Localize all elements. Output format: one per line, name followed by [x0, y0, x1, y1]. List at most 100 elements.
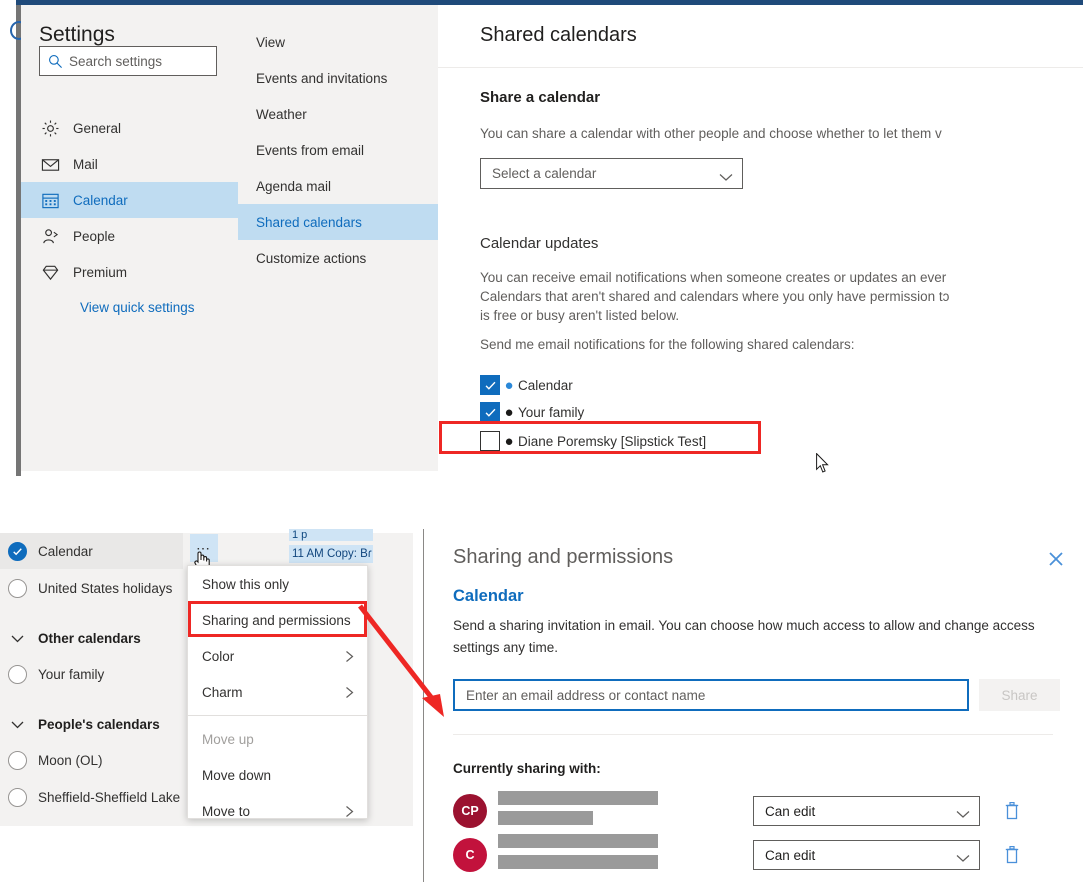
- panel-title: Sharing and permissions: [453, 546, 674, 568]
- tab-view[interactable]: View: [238, 24, 438, 60]
- calendar-updates-heading: Calendar updates: [480, 235, 599, 252]
- share-a-calendar-heading: Share a calendar: [480, 89, 601, 106]
- settings-nav-pane: Settings Search settings General Mail Ca…: [21, 5, 238, 471]
- search-input[interactable]: Search settings: [39, 46, 217, 76]
- shared-calendar-checkbox-row[interactable]: ● Your family: [480, 400, 584, 424]
- panel-description: Send a sharing invitation in email. You …: [453, 618, 1035, 655]
- shared-calendar-label: Diane Poremsky [Slipstick Test]: [518, 433, 707, 449]
- trash-icon[interactable]: [1004, 845, 1020, 865]
- sidebar-item-people[interactable]: People: [21, 218, 238, 254]
- tab-events-from-email[interactable]: Events from email: [238, 132, 438, 168]
- calendar-list-item-sheffield[interactable]: Sheffield-Sheffield Lake: [0, 779, 183, 815]
- avatar: C: [453, 838, 487, 872]
- chevron-down-icon: [956, 807, 970, 818]
- sidebar-item-mail[interactable]: Mail: [21, 146, 238, 182]
- calendar-group-other-calendars[interactable]: Other calendars: [0, 623, 183, 653]
- checkbox-diane-poremsky[interactable]: [480, 431, 500, 451]
- menu-item-move-up: Move up: [188, 721, 367, 757]
- email-input[interactable]: Enter an email address or contact name: [453, 679, 969, 711]
- trash-icon[interactable]: [1004, 801, 1020, 821]
- sidebar-item-label: General: [73, 120, 122, 136]
- chevron-down-icon: [719, 169, 733, 181]
- tab-shared-calendars[interactable]: Shared calendars: [238, 204, 438, 240]
- share-button[interactable]: Share: [979, 679, 1060, 711]
- menu-item-label: Move up: [202, 731, 254, 747]
- envelope-icon: [41, 155, 60, 174]
- menu-item-label: Charm: [202, 684, 243, 700]
- share-a-calendar-description: You can share a calendar with other peop…: [480, 126, 942, 141]
- menu-separator: [188, 715, 367, 716]
- calendar-event-fragment: 11 AM Copy: Bɾ: [289, 545, 373, 563]
- sidebar-item-premium[interactable]: Premium: [21, 254, 238, 290]
- search-icon: [48, 54, 63, 69]
- menu-item-color[interactable]: Color: [188, 638, 367, 674]
- checkbox-us-holidays-visible[interactable]: [8, 578, 27, 598]
- search-placeholder: Search settings: [69, 53, 163, 69]
- sharing-and-permissions-panel: Sharing and permissions Calendar Send a …: [424, 529, 1083, 882]
- chevron-down-icon: [8, 629, 27, 648]
- panel-divider: [453, 734, 1053, 735]
- masked-email: [498, 855, 658, 869]
- checkbox-calendar-visible[interactable]: [8, 541, 27, 561]
- select-calendar-value: Select a calendar: [492, 166, 597, 181]
- calendar-sharing-section: Calendar United States holidays Other ca…: [0, 529, 1083, 882]
- settings-subnav-pane: View Events and invitations Weather Even…: [238, 5, 438, 471]
- menu-item-move-down[interactable]: Move down: [188, 757, 367, 793]
- chevron-right-icon: [343, 686, 356, 699]
- share-permission-row: C Can edit: [453, 833, 1063, 877]
- select-calendar-dropdown[interactable]: Select a calendar: [480, 158, 743, 189]
- calendar-list-item-label: Sheffield-Sheffield Lake: [38, 789, 181, 805]
- subnav-item-label: Weather: [256, 106, 307, 122]
- currently-sharing-label: Currently sharing with:: [453, 761, 601, 776]
- subnav-item-label: Events and invitations: [256, 70, 388, 86]
- checkbox-calendar[interactable]: [480, 375, 500, 395]
- sidebar-item-general[interactable]: General: [21, 110, 238, 146]
- gear-icon: [41, 119, 60, 138]
- tab-customize-actions[interactable]: Customize actions: [238, 240, 438, 276]
- shared-calendar-checkbox-row[interactable]: ● Calendar: [480, 373, 573, 397]
- tab-events-and-invitations[interactable]: Events and invitations: [238, 60, 438, 96]
- calendar-group-label: People's calendars: [38, 716, 160, 732]
- calendar-list-item-your-family[interactable]: Your family: [0, 656, 183, 692]
- sidebar-item-calendar[interactable]: Calendar: [21, 182, 238, 218]
- settings-dialog: Settings Search settings General Mail Ca…: [21, 5, 1083, 476]
- calendar-list-item-calendar[interactable]: Calendar: [0, 533, 183, 569]
- menu-item-show-this-only[interactable]: Show this only: [188, 566, 367, 602]
- checkbox-your-family[interactable]: [480, 402, 500, 422]
- permission-value: Can edit: [765, 847, 816, 863]
- calendar-event-fragment-top: 1 p: [289, 529, 373, 541]
- permission-dropdown[interactable]: Can edit: [753, 796, 980, 826]
- shared-calendar-checkbox-row[interactable]: ● Diane Poremsky [Slipstick Test]: [480, 429, 706, 453]
- chevron-right-icon: [343, 805, 356, 818]
- calendar-list-item-us-holidays[interactable]: United States holidays: [0, 570, 183, 606]
- menu-item-move-to[interactable]: Move to: [188, 793, 367, 829]
- screenshot-root: Settings Search settings General Mail Ca…: [0, 0, 1083, 882]
- checkbox-sheffield-visible[interactable]: [8, 787, 27, 807]
- checkbox-your-family-visible[interactable]: [8, 664, 27, 684]
- close-icon[interactable]: [1045, 548, 1067, 570]
- menu-item-charm[interactable]: Charm: [188, 674, 367, 710]
- masked-email: [498, 811, 593, 825]
- permission-dropdown[interactable]: Can edit: [753, 840, 980, 870]
- header-divider: [438, 67, 1083, 68]
- view-quick-settings-link[interactable]: View quick settings: [80, 300, 195, 315]
- person-icon: [41, 227, 60, 246]
- tab-agenda-mail[interactable]: Agenda mail: [238, 168, 438, 204]
- chevron-down-icon: [956, 851, 970, 862]
- diamond-icon: [41, 263, 60, 282]
- calendar-list-item-moon-ol[interactable]: Moon (OL): [0, 742, 183, 778]
- tab-weather[interactable]: Weather: [238, 96, 438, 132]
- calendar-group-peoples-calendars[interactable]: People's calendars: [0, 709, 183, 739]
- calendar-updates-desc-line3: is free or busy aren't listed below.: [480, 308, 680, 323]
- calendar-group-label: Other calendars: [38, 630, 141, 646]
- checkbox-moon-visible[interactable]: [8, 750, 27, 770]
- menu-item-sharing-and-permissions[interactable]: Sharing and permissions: [188, 602, 367, 638]
- calendar-list-item-label: Calendar: [38, 543, 93, 559]
- sidebar-item-label: Calendar: [73, 192, 128, 208]
- menu-item-label: Show this only: [202, 576, 290, 592]
- sidebar-item-label: People: [73, 228, 116, 244]
- menu-item-label: Color: [202, 648, 235, 664]
- notify-label: Send me email notifications for the foll…: [480, 337, 855, 352]
- permission-value: Can edit: [765, 803, 816, 819]
- subnav-item-label: Events from email: [256, 142, 365, 158]
